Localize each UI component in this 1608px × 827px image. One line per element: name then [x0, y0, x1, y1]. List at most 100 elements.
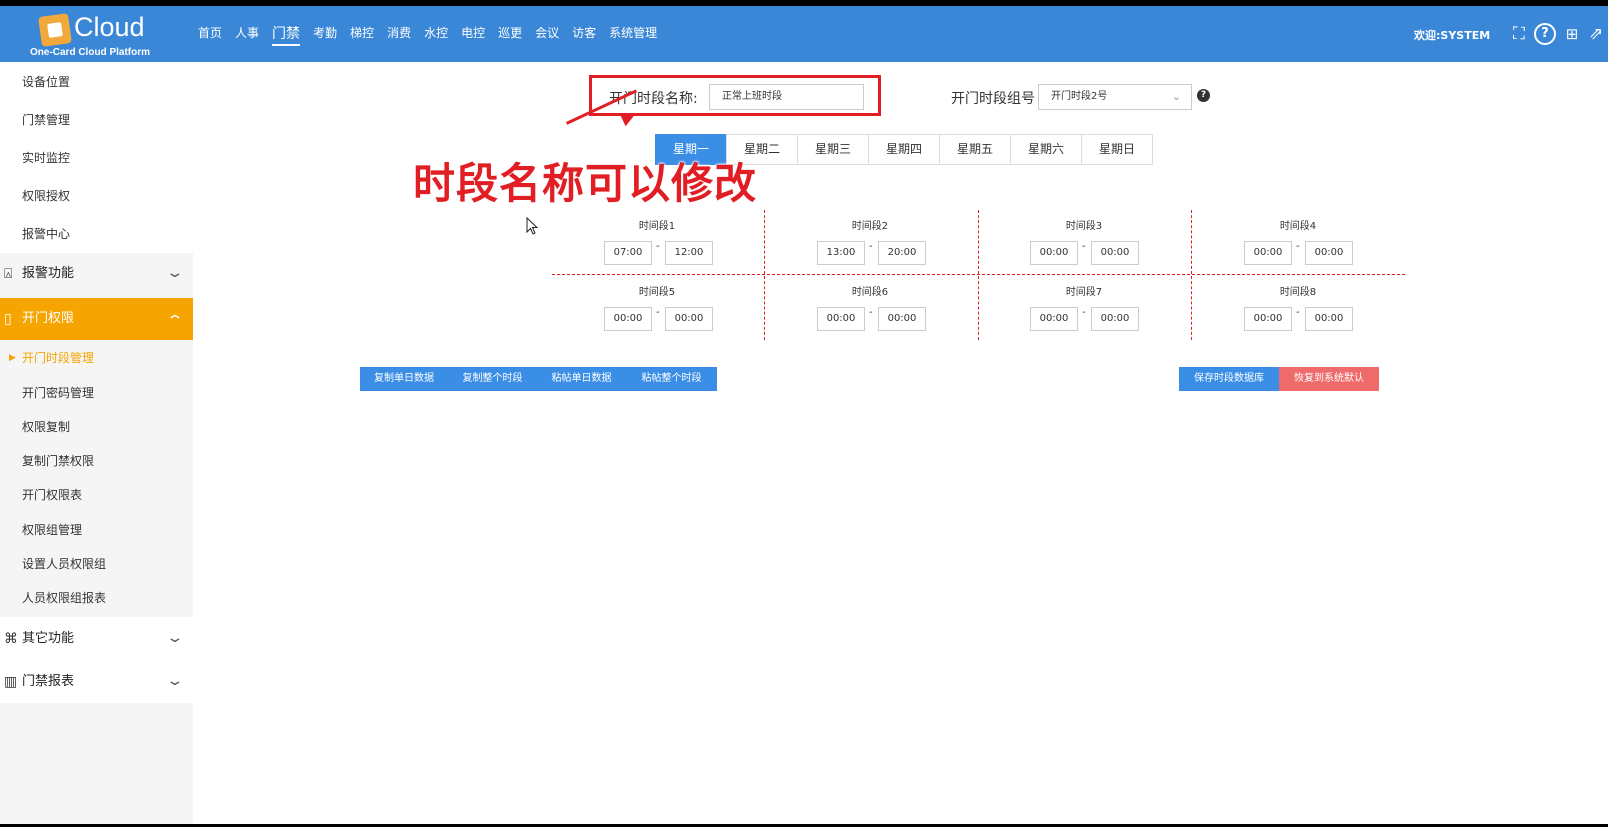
separator: - — [656, 241, 660, 252]
save-button[interactable]: 保存时段数据库 — [1179, 367, 1279, 391]
sidebar-item-label: 开门时段管理 — [22, 351, 95, 365]
sidebar-group-open-permission[interactable]: ▯ 开门权限 ⌃ — [0, 298, 193, 340]
current-marker-icon: ▶ — [9, 353, 16, 363]
nav-home[interactable]: 首页 — [198, 24, 222, 46]
sidebar-group-label: 开门权限 — [22, 311, 75, 326]
separator: - — [869, 307, 873, 318]
tab-thursday[interactable]: 星期四 — [868, 134, 940, 165]
sidebar-item-copy-access-permission[interactable]: 复制门禁权限 — [0, 443, 193, 479]
time-group-value: 开门时段2号 — [1051, 91, 1108, 102]
grid-divider — [978, 210, 979, 340]
nav-attendance[interactable]: 考勤 — [313, 24, 337, 46]
app-window: Cloud One-Card Cloud Platform 首页 人事 门禁 考… — [0, 0, 1608, 827]
sidebar-item-person-group-report[interactable]: 人员权限组报表 — [0, 580, 193, 616]
segment-5-start[interactable]: 00:00 — [604, 307, 652, 331]
sidebar-group-alarm[interactable]: ⍓ 报警功能 ⌄ — [0, 253, 193, 295]
time-group-select[interactable]: 开门时段2号 ⌄ — [1038, 84, 1192, 110]
sidebar-item-device-location[interactable]: 设备位置 — [0, 64, 193, 100]
segment-8-end[interactable]: 00:00 — [1305, 307, 1353, 331]
paste-day-button[interactable]: 粘帖单日数据 — [537, 367, 626, 391]
segment-1-start[interactable]: 07:00 — [604, 241, 652, 265]
segment-2-end[interactable]: 20:00 — [878, 241, 926, 265]
segment-title-2: 时间段2 — [851, 221, 889, 232]
nav-elevator[interactable]: 梯控 — [350, 24, 374, 46]
separator: - — [1296, 307, 1300, 318]
segment-title-3: 时间段3 — [1065, 221, 1103, 232]
welcome-text: 欢迎:SYSTEM — [1414, 29, 1491, 42]
logo-cube-icon — [38, 13, 72, 47]
segment-3-start[interactable]: 00:00 — [1030, 241, 1078, 265]
annotation-text: 时段名称可以修改 — [413, 159, 758, 208]
segment-4-end[interactable]: 00:00 — [1305, 241, 1353, 265]
segment-2-start[interactable]: 13:00 — [817, 241, 865, 265]
nav-access-control[interactable]: 门禁 — [272, 23, 301, 46]
help-icon[interactable]: ? — [1197, 89, 1210, 102]
segment-title-5: 时间段5 — [638, 287, 676, 298]
tab-wednesday[interactable]: 星期三 — [797, 134, 869, 165]
door-icon: ▯ — [4, 311, 12, 327]
paste-all-button[interactable]: 粘帖整个时段 — [626, 367, 717, 391]
segment-1-end[interactable]: 12:00 — [665, 241, 713, 265]
help-icon[interactable]: ? — [1534, 23, 1556, 45]
copy-day-button[interactable]: 复制单日数据 — [360, 367, 448, 391]
chevron-down-icon: ⌄ — [165, 630, 185, 646]
segment-4-start[interactable]: 00:00 — [1244, 241, 1292, 265]
nav-hr[interactable]: 人事 — [235, 24, 259, 46]
copy-all-button[interactable]: 复制整个时段 — [448, 367, 537, 391]
nav-water[interactable]: 水控 — [424, 24, 448, 46]
segment-title-6: 时间段6 — [851, 287, 889, 298]
chevron-down-icon: ⌄ — [165, 673, 185, 689]
sidebar-item-open-permission-table[interactable]: 开门权限表 — [0, 477, 193, 513]
sidebar-group-label: 门禁报表 — [22, 674, 75, 689]
segment-7-end[interactable]: 00:00 — [1091, 307, 1139, 331]
tab-saturday[interactable]: 星期六 — [1010, 134, 1082, 165]
sidebar-item-access-management[interactable]: 门禁管理 — [0, 102, 193, 138]
nav-meeting[interactable]: 会议 — [535, 24, 559, 46]
restore-default-button[interactable]: 恢复到系统默认 — [1279, 367, 1379, 391]
chevron-down-icon: ⌄ — [165, 265, 185, 281]
fullscreen-icon[interactable]: ⛶ — [1508, 23, 1530, 45]
sidebar-item-permission-grant[interactable]: 权限授权 — [0, 178, 193, 214]
separator: - — [1296, 241, 1300, 252]
logo[interactable]: Cloud One-Card Cloud Platform — [30, 10, 190, 62]
segment-5-end[interactable]: 00:00 — [665, 307, 713, 331]
sidebar-group-report[interactable]: ▥ 门禁报表 ⌄ — [0, 661, 193, 703]
chevron-down-icon: ⌄ — [1171, 90, 1181, 103]
sidebar-group-other[interactable]: ⌘ 其它功能 ⌄ — [0, 618, 193, 660]
nav-electric[interactable]: 电控 — [461, 24, 485, 46]
segment-7-start[interactable]: 00:00 — [1030, 307, 1078, 331]
sidebar-item-permission-group[interactable]: 权限组管理 — [0, 512, 193, 548]
segment-title-7: 时间段7 — [1065, 287, 1103, 298]
nav-patrol[interactable]: 巡更 — [498, 24, 522, 46]
tab-friday[interactable]: 星期五 — [939, 134, 1011, 165]
segment-3-end[interactable]: 00:00 — [1091, 241, 1139, 265]
segment-title-4: 时间段4 — [1279, 221, 1317, 232]
external-link-icon[interactable]: ⇗ — [1585, 23, 1607, 45]
chevron-up-icon: ⌃ — [165, 313, 185, 329]
sidebar-item-realtime-monitor[interactable]: 实时监控 — [0, 140, 193, 176]
time-group-label: 开门时段组号 — [951, 91, 1035, 107]
nav-consumption[interactable]: 消费 — [387, 24, 411, 46]
alarm-icon: ⍓ — [4, 266, 13, 282]
segment-6-start[interactable]: 00:00 — [817, 307, 865, 331]
header-bar: Cloud One-Card Cloud Platform 首页 人事 门禁 考… — [0, 6, 1608, 62]
separator: - — [869, 241, 873, 252]
sidebar-item-set-person-group[interactable]: 设置人员权限组 — [0, 546, 193, 582]
segment-6-end[interactable]: 00:00 — [878, 307, 926, 331]
nav-system[interactable]: 系统管理 — [609, 24, 657, 46]
separator: - — [1082, 241, 1086, 252]
tab-sunday[interactable]: 星期日 — [1081, 134, 1153, 165]
mouse-cursor-icon — [526, 217, 539, 235]
sidebar-item-alarm-center[interactable]: 报警中心 — [0, 216, 193, 252]
segment-title-1: 时间段1 — [638, 221, 676, 232]
sidebar-item-permission-copy[interactable]: 权限复制 — [0, 409, 193, 445]
nav-visitor[interactable]: 访客 — [572, 24, 596, 46]
main-nav: 首页 人事 门禁 考勤 梯控 消费 水控 电控 巡更 会议 访客 系统管理 — [198, 24, 670, 46]
bar-chart-icon: ▥ — [4, 674, 18, 690]
grid-divider — [1191, 210, 1192, 340]
separator: - — [1082, 307, 1086, 318]
sidebar-item-open-time-management[interactable]: ▶ 开门时段管理 — [0, 340, 193, 376]
segment-8-start[interactable]: 00:00 — [1244, 307, 1292, 331]
translate-icon[interactable]: ⊞ — [1561, 23, 1583, 45]
sidebar-item-open-password[interactable]: 开门密码管理 — [0, 375, 193, 411]
